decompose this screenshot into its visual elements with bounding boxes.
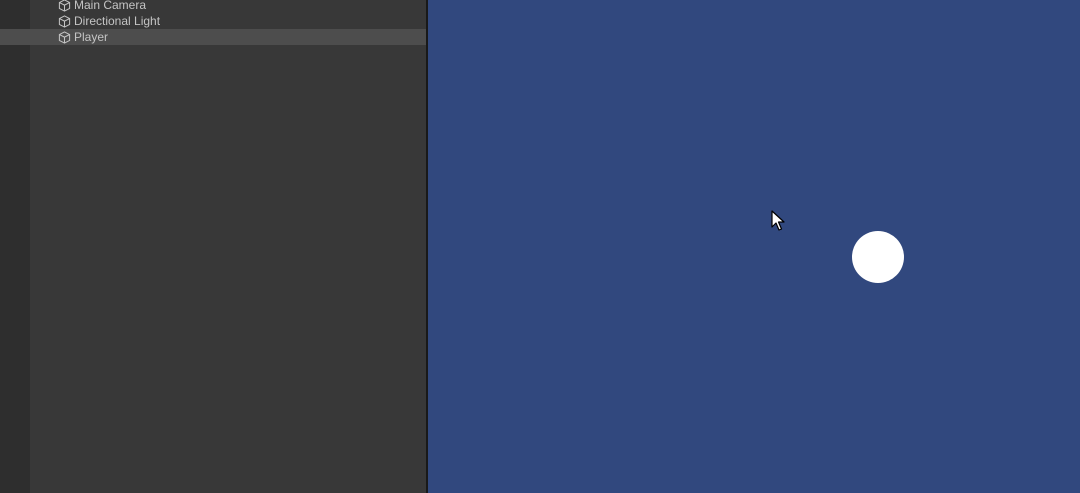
player-sprite[interactable]: [852, 231, 904, 283]
mouse-pointer-icon: [771, 210, 785, 231]
game-view[interactable]: [428, 0, 1080, 493]
unity-editor-window: Main Camera Directional Light Player: [0, 0, 1080, 493]
hierarchy-item-label: Main Camera: [74, 0, 147, 12]
gameobject-cube-icon: [58, 30, 71, 44]
hierarchy-panel: Main Camera Directional Light Player: [0, 0, 426, 493]
gameobject-cube-icon: [58, 14, 71, 28]
hierarchy-item-directional-light[interactable]: Directional Light: [0, 13, 426, 29]
hierarchy-item-player[interactable]: Player: [0, 29, 426, 45]
hierarchy-tree: Main Camera Directional Light Player: [0, 0, 426, 45]
hierarchy-item-label: Directional Light: [74, 14, 161, 28]
gameobject-cube-icon: [58, 0, 71, 12]
hierarchy-item-main-camera[interactable]: Main Camera: [0, 0, 426, 13]
hierarchy-gutter: [0, 0, 30, 493]
hierarchy-item-label: Player: [74, 30, 109, 44]
